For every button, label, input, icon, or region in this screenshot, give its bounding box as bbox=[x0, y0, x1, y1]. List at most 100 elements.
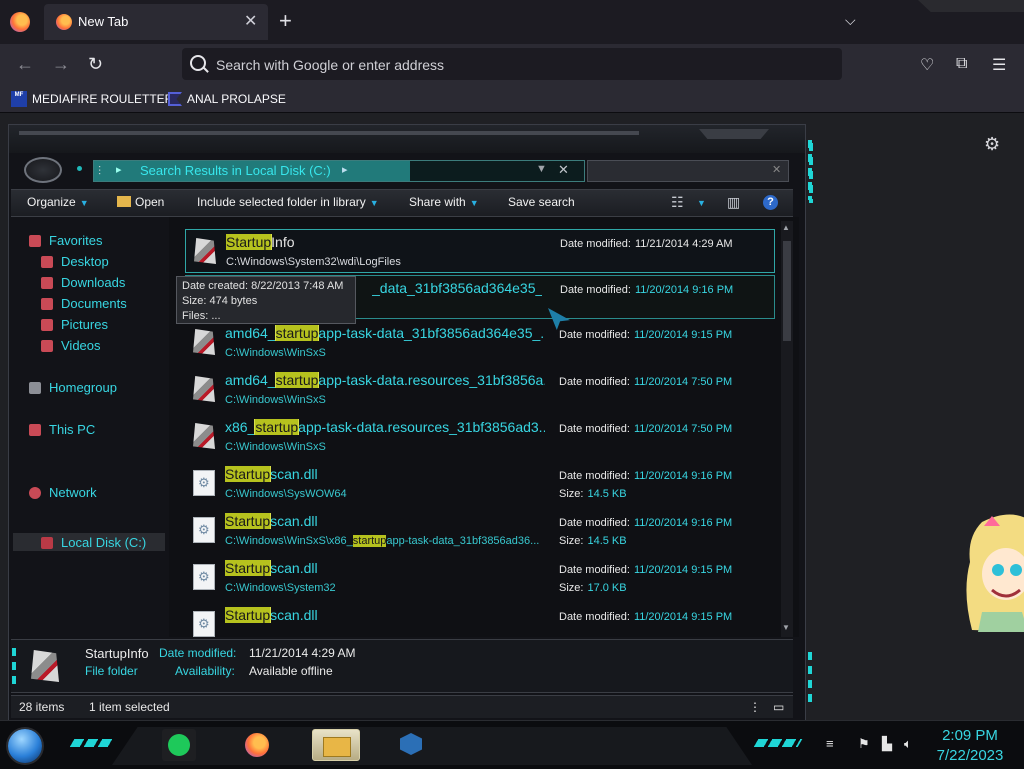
nav-downloads[interactable]: Downloads bbox=[41, 275, 125, 290]
open-button[interactable]: Open bbox=[117, 195, 164, 209]
scroll-thumb[interactable] bbox=[783, 241, 791, 341]
hamburger-menu-icon[interactable]: ☰ bbox=[992, 55, 1006, 75]
back-forward-orb[interactable] bbox=[24, 157, 62, 183]
list-item[interactable]: StartupInfo C:\Windows\System32\wdi\LogF… bbox=[185, 229, 775, 273]
nav-network[interactable]: Network bbox=[29, 485, 97, 500]
browser-nav-bar: ← → ↻ ♡ ⧉ ☰ bbox=[0, 44, 1024, 86]
firefox-taskbar-icon[interactable] bbox=[240, 729, 274, 761]
list-item[interactable]: Startupscan.dll C:\Windows\SysWOW64 Date… bbox=[185, 462, 775, 506]
help-icon[interactable]: ? bbox=[763, 195, 778, 210]
reload-icon[interactable]: ↻ bbox=[88, 54, 103, 75]
new-tab-button[interactable]: + bbox=[279, 8, 292, 34]
start-button[interactable] bbox=[8, 729, 42, 763]
videos-icon bbox=[41, 339, 53, 352]
item-name: Startupscan.dll bbox=[225, 466, 318, 482]
bookmark-mediafire[interactable]: MF MEDIAFIRE ROULETTER bbox=[11, 90, 173, 108]
computer-icon bbox=[29, 423, 41, 436]
forward-arrow-icon[interactable]: → bbox=[52, 54, 70, 75]
include-in-library-button[interactable]: Include selected folder in library ▼ bbox=[197, 195, 379, 209]
volume-icon[interactable]: 🔈︎ bbox=[904, 736, 912, 752]
nav-favorites[interactable]: Favorites bbox=[29, 233, 102, 248]
nav-videos[interactable]: Videos bbox=[41, 338, 101, 353]
pocket-icon[interactable]: ♡ bbox=[920, 55, 934, 75]
preview-pane-icon[interactable]: ▥ bbox=[727, 194, 740, 211]
scroll-down-icon[interactable]: ▼ bbox=[782, 623, 790, 632]
share-with-button[interactable]: Share with ▼ bbox=[409, 195, 479, 209]
virtualbox-taskbar-icon[interactable] bbox=[394, 729, 428, 761]
item-date-modified: Date modified: 11/20/2014 7:50 PM bbox=[559, 423, 733, 435]
tab-new-tab[interactable]: New Tab ✕ bbox=[44, 4, 268, 40]
list-item[interactable]: Startupscan.dll C:\Windows\System32 Date… bbox=[185, 556, 775, 600]
url-bar[interactable] bbox=[182, 48, 842, 80]
item-name: Startupscan.dll bbox=[225, 607, 318, 623]
tiles-view-icon[interactable]: ▭ bbox=[773, 700, 784, 714]
item-size: Size: 14.5 KB bbox=[559, 488, 627, 500]
drive-icon bbox=[41, 536, 53, 549]
bookmark-second[interactable]: ANAL PROLAPSE bbox=[168, 90, 286, 108]
tab-close-icon[interactable]: ✕ bbox=[244, 11, 257, 31]
save-search-button[interactable]: Save search bbox=[508, 195, 575, 209]
clock-date[interactable]: 7/22/2023 bbox=[924, 747, 1016, 764]
item-count: 28 items bbox=[19, 700, 65, 714]
dropdown-arrow-icon: ▼ bbox=[469, 198, 479, 208]
search-box[interactable]: ✕ bbox=[587, 160, 789, 182]
details-pane: StartupInfo File folder Date modified: 1… bbox=[11, 639, 793, 693]
breadcrumb-search-results[interactable]: Search Results in Local Disk (C:) bbox=[140, 163, 331, 178]
back-arrow-icon[interactable]: ← bbox=[16, 54, 34, 75]
address-input[interactable] bbox=[214, 52, 818, 78]
nav-desktop[interactable]: Desktop bbox=[41, 254, 109, 269]
taskbar-decoration bbox=[753, 739, 803, 747]
pictures-icon bbox=[41, 318, 53, 331]
nav-local-disk[interactable]: Local Disk (C:) bbox=[41, 535, 146, 550]
dll-file-icon bbox=[193, 611, 215, 637]
clock-time[interactable]: 2:09 PM bbox=[924, 727, 1016, 744]
extensions-icon[interactable]: ⧉ bbox=[956, 55, 967, 73]
vertical-scrollbar[interactable]: ▲ ▼ bbox=[781, 221, 793, 637]
tooltip-size: Size: 474 bytes bbox=[182, 295, 258, 307]
list-item[interactable]: Startupscan.dll Date modified:11/20/2014… bbox=[185, 603, 775, 637]
list-item[interactable]: x86_startupapp-task-data.resources_31bf3… bbox=[185, 415, 775, 459]
address-dropdown-icon[interactable]: ▼ bbox=[536, 163, 547, 175]
scroll-up-icon[interactable]: ▲ bbox=[782, 223, 790, 232]
tooltip-files: Files: ... bbox=[182, 310, 221, 322]
frame-decoration bbox=[699, 129, 769, 139]
nav-documents[interactable]: Documents bbox=[41, 296, 127, 311]
nav-pictures[interactable]: Pictures bbox=[41, 317, 108, 332]
history-dot[interactable] bbox=[77, 166, 82, 171]
bookmarks-toolbar: MF MEDIAFIRE ROULETTER ANAL PROLAPSE bbox=[0, 86, 1024, 113]
gear-icon[interactable]: ⚙ bbox=[984, 134, 1000, 155]
item-name: StartupInfo bbox=[226, 234, 295, 250]
item-date-modified: Date modified: 11/20/2014 9:16 PM bbox=[559, 517, 733, 529]
file-explorer-taskbar-icon[interactable] bbox=[312, 729, 360, 761]
list-item[interactable]: Startupscan.dll C:\Windows\WinSxS\x86_st… bbox=[185, 509, 775, 553]
change-view-icon[interactable]: ☷ bbox=[671, 194, 684, 211]
action-center-flag-icon[interactable]: ⚑ bbox=[858, 736, 870, 752]
firefox-favicon-icon bbox=[56, 14, 72, 30]
list-item[interactable]: amd64_startupapp-task-data_31bf3856ad364… bbox=[185, 321, 775, 365]
breadcrumb-arrow-icon[interactable]: ▸ bbox=[342, 163, 348, 176]
firefox-menu-icon[interactable] bbox=[10, 12, 30, 32]
item-name: Startupscan.dll bbox=[225, 560, 318, 576]
details-view-icon[interactable]: ⋮ bbox=[749, 700, 761, 714]
notes-app-icon[interactable] bbox=[162, 729, 196, 761]
network-tray-icon[interactable]: ▙ bbox=[882, 736, 892, 752]
item-date-modified: Date modified: 11/21/2014 4:29 AM bbox=[560, 238, 733, 250]
bookmark-label: ANAL PROLAPSE bbox=[187, 92, 286, 106]
item-path: C:\Windows\WinSxS bbox=[225, 347, 326, 359]
stop-search-icon[interactable]: ✕ bbox=[558, 162, 569, 178]
item-size: Size: 17.0 KB bbox=[559, 582, 627, 594]
item-size: Size: 14.5 KB bbox=[559, 535, 627, 547]
nav-homegroup[interactable]: Homegroup bbox=[29, 380, 117, 395]
breadcrumb-arrow-icon[interactable]: ▸ bbox=[116, 163, 122, 176]
view-dropdown-icon[interactable]: ▼ bbox=[697, 198, 706, 208]
list-all-tabs-icon[interactable]: ⌵ bbox=[845, 12, 856, 29]
organize-button[interactable]: Organize ▼ bbox=[27, 195, 89, 209]
show-hidden-icons-icon[interactable]: ≡ bbox=[826, 736, 834, 751]
list-item[interactable]: amd64_startupapp-task-data.resources_31b… bbox=[185, 368, 775, 412]
nav-this-pc[interactable]: This PC bbox=[29, 422, 95, 437]
clear-search-icon[interactable]: ✕ bbox=[772, 163, 781, 176]
address-bar[interactable]: ⫶ ▸ Search Results in Local Disk (C:) ▸ … bbox=[93, 160, 585, 182]
folder-icon bbox=[31, 650, 59, 682]
downloads-icon bbox=[41, 276, 53, 289]
tooltip-date-created: Date created: 8/22/2013 7:48 AM bbox=[182, 280, 344, 292]
